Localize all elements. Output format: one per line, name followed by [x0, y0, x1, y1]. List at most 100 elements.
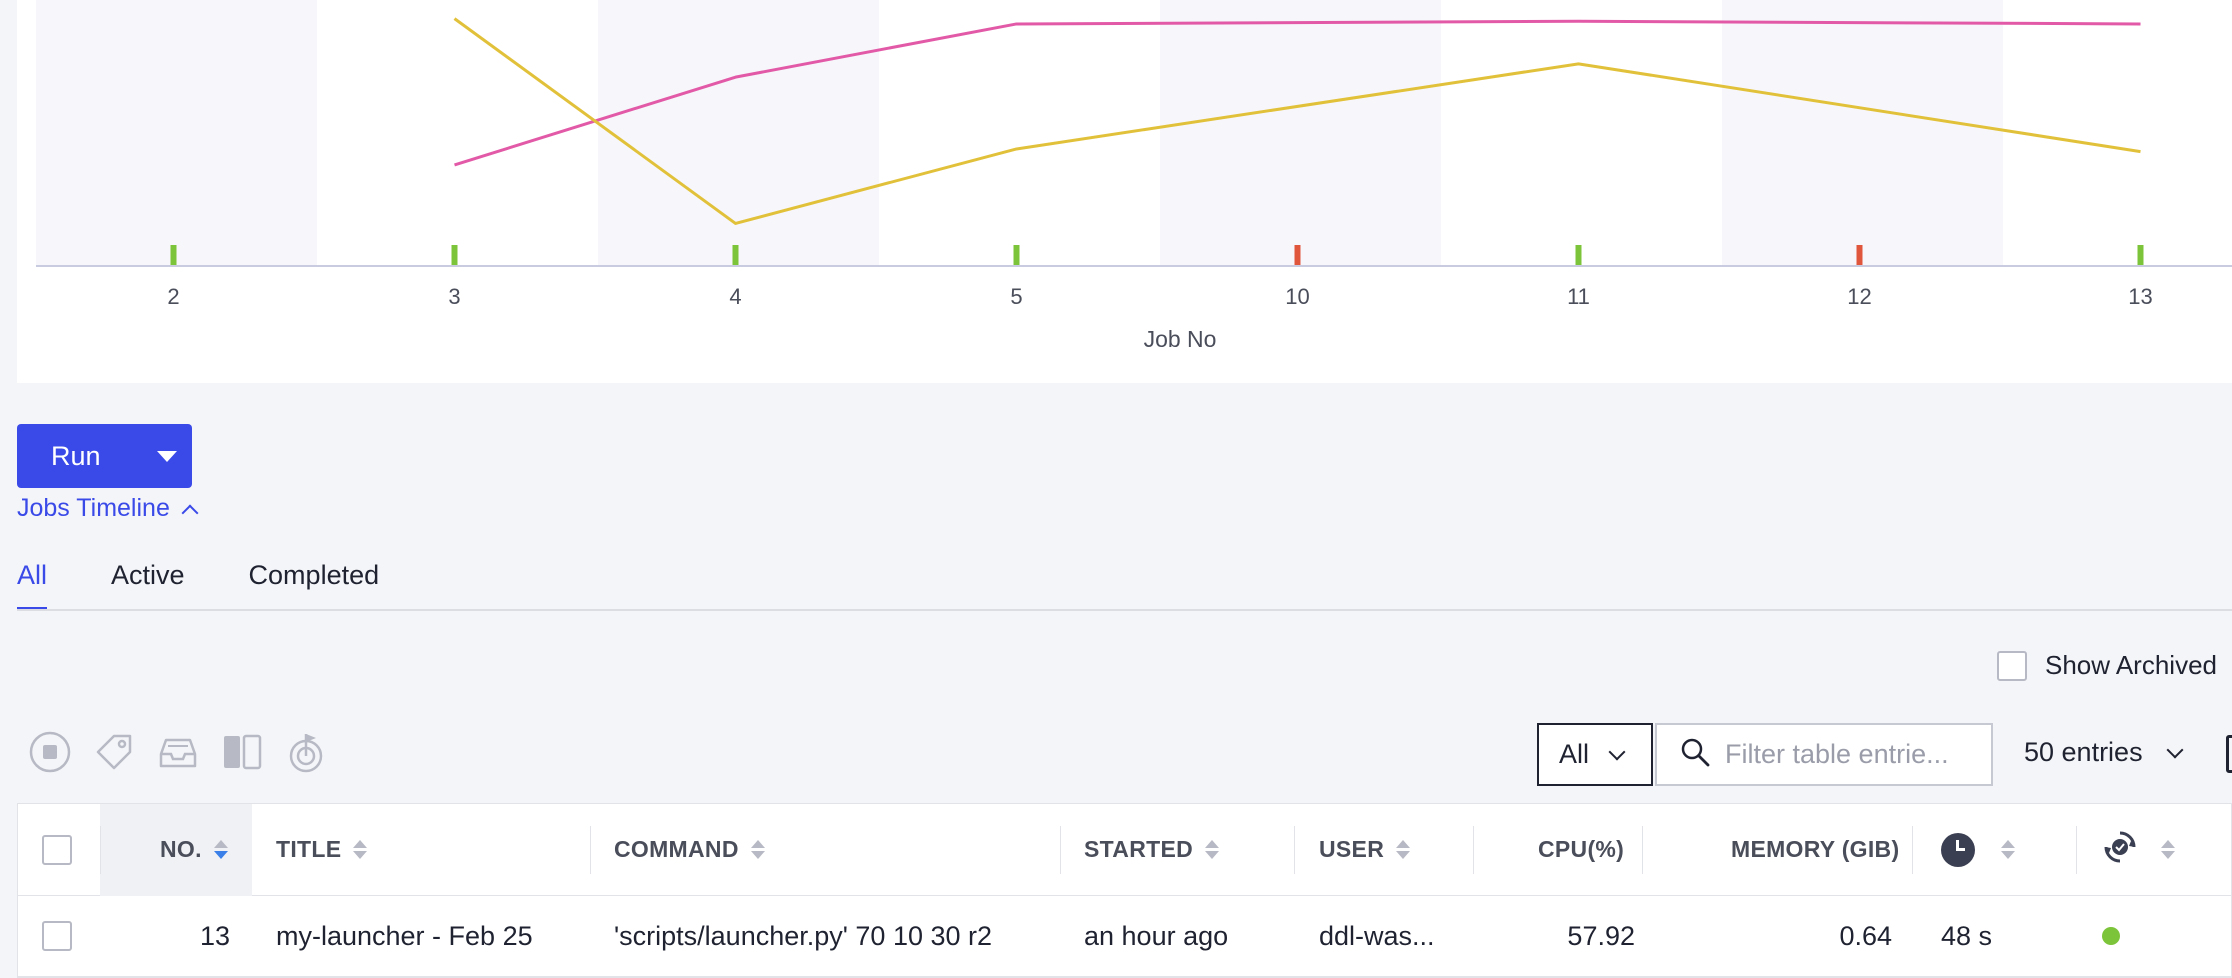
job-status-marker [1856, 245, 1863, 265]
grid-band [598, 0, 879, 266]
chevron-down-icon [2166, 741, 2184, 758]
column-divider [1642, 826, 1643, 874]
grid-band [1160, 0, 1441, 266]
table-header: NO. TITLE COMMAND STARTED USER CPU(%) ME… [18, 804, 2231, 896]
chevron-up-icon [181, 504, 199, 521]
bulk-actions-toolbar [28, 730, 328, 774]
job-status-marker [170, 245, 177, 265]
table-search[interactable] [1655, 723, 1993, 786]
x-tick-label: 13 [2128, 284, 2152, 309]
status-gear-icon [2101, 828, 2139, 872]
job-status-marker [451, 245, 458, 265]
cell-cpu: 57.92 [1567, 920, 1635, 951]
cell-command: 'scripts/launcher.py' 70 10 30 r2 [614, 920, 993, 951]
x-axis-label: Job No [1143, 326, 1217, 352]
select-all-cell [42, 804, 72, 895]
grid-band [36, 0, 317, 266]
tabs-divider [17, 609, 2232, 611]
tab-completed[interactable]: Completed [249, 560, 380, 611]
tab-all[interactable]: All [17, 560, 48, 611]
status-filter-select[interactable]: All [1537, 723, 1653, 786]
job-status-marker [2137, 245, 2144, 265]
caret-down-icon[interactable] [157, 450, 177, 462]
column-divider [1294, 826, 1295, 874]
cell-duration: 48 s [1941, 920, 1993, 951]
run-button-label: Run [51, 440, 101, 471]
column-divider [100, 826, 101, 874]
archive-icon[interactable] [156, 730, 200, 774]
header-memory: MEMORY (GIB) [1731, 804, 1899, 895]
jobs-table: NO. TITLE COMMAND STARTED USER CPU(%) ME… [17, 803, 2232, 978]
grid-band [1722, 0, 2003, 266]
tab-active[interactable]: Active [111, 560, 185, 611]
status-filter-value: All [1559, 739, 1590, 769]
header-no[interactable]: NO. [160, 804, 228, 895]
sort-icon [1396, 840, 1411, 859]
header-started-label: STARTED [1084, 836, 1194, 862]
column-divider [1912, 826, 1913, 874]
select-all-checkbox[interactable] [42, 834, 72, 865]
header-status[interactable] [2101, 804, 2175, 895]
column-divider [1473, 826, 1474, 874]
chart-card: 2 3 4 5 10 11 12 13 Job No [17, 0, 2232, 383]
column-divider [590, 826, 591, 874]
cell-status [2102, 896, 2120, 976]
status-success-dot [2102, 927, 2120, 945]
sort-icon [2001, 840, 2015, 859]
sort-icon [750, 840, 765, 859]
header-command[interactable]: COMMAND [614, 804, 765, 895]
header-user-label: USER [1319, 836, 1385, 862]
row-checkbox[interactable] [42, 921, 72, 951]
cell-title[interactable]: my-launcher - Feb 25 [276, 896, 533, 976]
sort-icon [2161, 840, 2175, 859]
tag-icon[interactable] [92, 730, 136, 774]
show-archived-label: Show Archived [2045, 650, 2217, 680]
chevron-down-icon [1608, 743, 1626, 760]
job-tabs: All Active Completed [17, 560, 443, 611]
job-status-marker [732, 245, 739, 265]
header-duration[interactable] [1941, 804, 2015, 895]
x-tick-label: 3 [448, 284, 460, 309]
sort-icon [1205, 840, 1220, 859]
job-status-marker [1575, 245, 1582, 265]
search-input[interactable] [1725, 739, 1985, 770]
cell-no: 13 [199, 920, 230, 951]
header-command-label: COMMAND [614, 836, 739, 862]
header-started[interactable]: STARTED [1084, 804, 1220, 895]
x-tick-label: 11 [1567, 284, 1590, 309]
show-archived-toggle[interactable]: Show Archived [1997, 650, 2217, 681]
cell-user: ddl-was... [1319, 920, 1435, 951]
jobs-timeline-label: Jobs Timeline [17, 494, 170, 522]
header-user[interactable]: USER [1319, 804, 1411, 895]
header-cpu-label: CPU(%) [1538, 836, 1625, 862]
entries-per-page-select[interactable]: 50 entries [2024, 737, 2184, 768]
cell-memory: 0.64 [1839, 920, 1892, 951]
column-divider [1060, 826, 1061, 874]
run-button[interactable]: Run [17, 424, 192, 488]
compare-icon[interactable] [220, 730, 264, 774]
header-cpu: CPU(%) [1538, 804, 1624, 895]
column-divider [2076, 826, 2077, 874]
job-status-marker [1013, 245, 1020, 265]
target-flag-icon[interactable] [284, 730, 328, 774]
header-title[interactable]: TITLE [276, 804, 368, 895]
sort-icon [353, 840, 368, 859]
x-tick-label: 10 [1285, 284, 1309, 309]
clock-icon [1941, 832, 1975, 867]
header-title-label: TITLE [276, 836, 342, 862]
entries-label: 50 entries [2024, 737, 2143, 767]
header-memory-label: MEMORY (GIB) [1731, 836, 1900, 862]
job-status-marker [1294, 245, 1301, 265]
x-tick-label: 12 [1847, 284, 1871, 309]
sort-icon [213, 840, 228, 859]
show-archived-checkbox[interactable] [1997, 650, 2027, 681]
columns-icon[interactable] [2226, 735, 2232, 773]
x-tick-label: 2 [167, 284, 179, 309]
row-select-cell [42, 896, 72, 976]
jobs-timeline-toggle[interactable]: Jobs Timeline [17, 494, 199, 523]
stop-icon[interactable] [28, 730, 72, 774]
x-tick-label: 5 [1010, 284, 1022, 309]
table-row[interactable]: 13 my-launcher - Feb 25 'scripts/launche… [18, 896, 2231, 977]
header-no-label: NO. [160, 836, 202, 862]
search-icon [1679, 736, 1711, 773]
